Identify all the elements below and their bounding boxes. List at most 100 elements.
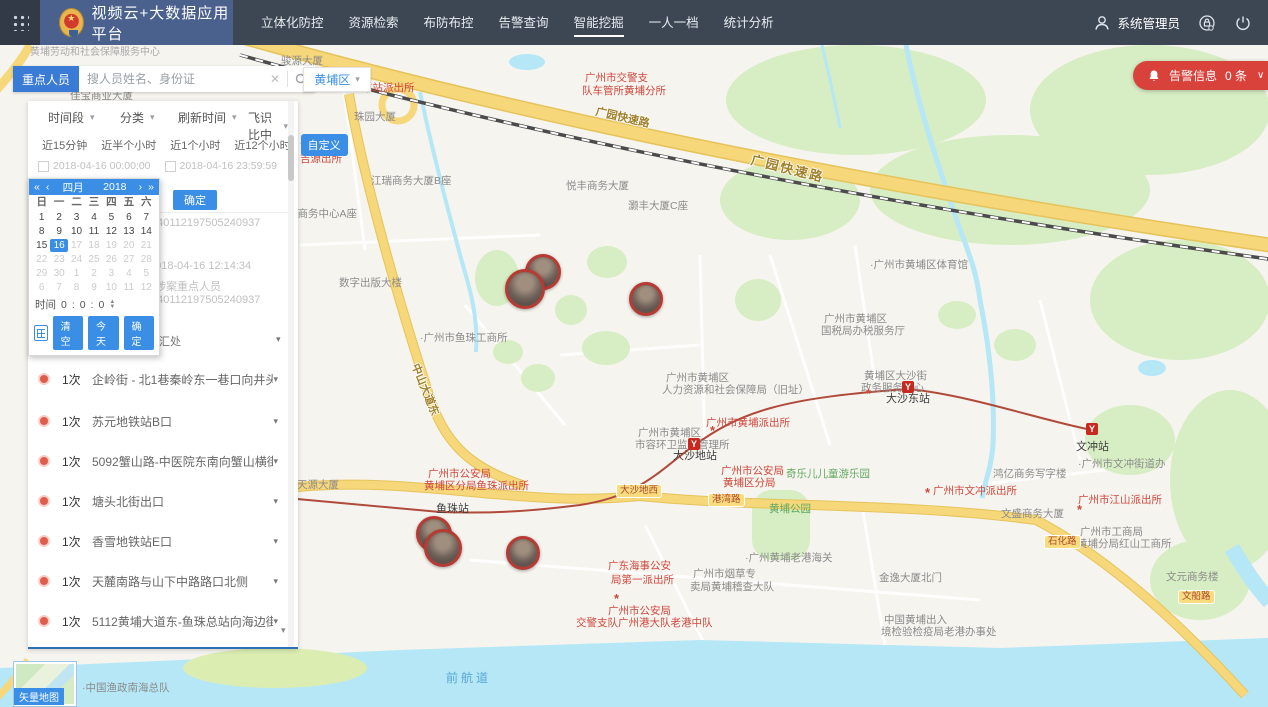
prev-month-button[interactable]: ‹ (46, 181, 50, 193)
chevron-down-icon[interactable]: ▾ (273, 616, 278, 627)
chevron-down-icon[interactable]: ▾ (273, 374, 278, 385)
filter-category[interactable]: 分类▾ (120, 109, 155, 126)
nav-item-smart-mining[interactable]: 智能挖掘 (574, 8, 624, 37)
calendar-day[interactable]: 12 (103, 225, 120, 238)
face-capture-marker[interactable] (424, 529, 462, 567)
time-minute[interactable]: 0 (80, 299, 86, 311)
today-button[interactable]: 今天 (88, 316, 118, 350)
result-row[interactable]: 1次 天麓南路与山下中路路口北侧 ▾ (28, 561, 296, 601)
time-hour[interactable]: 0 (61, 299, 67, 311)
calendar-day[interactable]: 8 (33, 225, 50, 238)
calendar-day[interactable]: 6 (33, 281, 50, 294)
calendar-day[interactable]: 11 (85, 225, 102, 238)
start-date-field[interactable]: 2018-04-16 00:00:00 (38, 160, 151, 172)
quick-15min[interactable]: 近15分钟 (38, 134, 91, 156)
chevron-down-icon[interactable]: ▾ (276, 334, 281, 345)
clear-button[interactable]: 清空 (53, 316, 83, 350)
nav-item-one-person-one-file[interactable]: 一人一档 (649, 8, 699, 37)
chevron-down-icon[interactable]: ▾ (273, 576, 278, 587)
calendar-day[interactable]: 14 (138, 225, 155, 238)
power-icon[interactable] (1234, 14, 1252, 32)
stepper-down-icon[interactable]: ▼ (109, 305, 115, 310)
next-month-button[interactable]: › (139, 181, 143, 193)
calendar-day[interactable]: 28 (138, 253, 155, 266)
result-row[interactable]: 1次 5112黄埔大道东-鱼珠总站向海边街（全） ▾ (28, 601, 296, 641)
calendar-day[interactable]: 30 (50, 267, 67, 280)
search-input[interactable] (79, 72, 263, 86)
calendar-day-selected[interactable]: 16 (50, 239, 67, 252)
calendar-day[interactable]: 13 (120, 225, 137, 238)
district-dropdown[interactable]: 黄埔区 ▾ (303, 67, 371, 92)
calendar-day[interactable]: 17 (68, 239, 85, 252)
calendar-day[interactable]: 1 (33, 211, 50, 224)
calendar-day[interactable]: 2 (50, 211, 67, 224)
list-scroll-down-icon[interactable]: ▾ (281, 625, 286, 636)
nav-item-solid-prevention[interactable]: 立体化防控 (261, 8, 324, 37)
calendar-day[interactable]: 4 (85, 211, 102, 224)
minimap-label[interactable]: 矢量地图 (14, 688, 64, 705)
time-second[interactable]: 0 (99, 299, 105, 311)
chevron-down-icon[interactable]: ▾ (273, 456, 278, 467)
nav-item-statistics[interactable]: 统计分析 (724, 8, 774, 37)
calendar-day[interactable]: 5 (138, 267, 155, 280)
quick-1hour[interactable]: 近1个小时 (166, 134, 224, 156)
search-tab-key-person[interactable]: 重点人员 (13, 66, 79, 92)
quick-12hour[interactable]: 近12个小时 (230, 134, 294, 156)
nav-item-alert-query[interactable]: 告警查询 (499, 8, 549, 37)
panel-scrollbar-thumb[interactable] (288, 135, 294, 181)
calendar-day[interactable]: 7 (138, 211, 155, 224)
calendar-day[interactable]: 15 (33, 239, 50, 252)
calendar-day[interactable]: 11 (120, 281, 137, 294)
filter-refresh-time[interactable]: 刷新时间▾ (178, 109, 237, 126)
end-date-field[interactable]: 2018-04-16 23:59:59 (165, 160, 278, 172)
quick-half-hour[interactable]: 近半个小时 (97, 134, 160, 156)
range-confirm-button[interactable]: 确定 (173, 190, 217, 210)
calendar-day[interactable]: 6 (120, 211, 137, 224)
nav-item-resource-search[interactable]: 资源检索 (349, 8, 399, 37)
calendar-day[interactable]: 27 (120, 253, 137, 266)
confirm-button[interactable]: 确定 (124, 316, 154, 350)
result-row[interactable]: 1次 塘头北街出口 ▾ (28, 481, 296, 521)
calendar-day[interactable]: 4 (120, 267, 137, 280)
next-year-button[interactable]: » (148, 181, 154, 193)
prev-year-button[interactable]: « (34, 181, 40, 193)
calendar-day[interactable]: 8 (68, 281, 85, 294)
quick-custom[interactable]: 自定义 (301, 134, 348, 156)
calendar-day[interactable]: 20 (120, 239, 137, 252)
calendar-day[interactable]: 23 (50, 253, 67, 266)
calendar-day[interactable]: 10 (68, 225, 85, 238)
panel-scrollbar-track[interactable] (288, 101, 294, 647)
metro-station-icon[interactable]: Y (1086, 423, 1098, 435)
calendar-day[interactable]: 2 (85, 267, 102, 280)
calendar-day[interactable]: 25 (85, 253, 102, 266)
calendar-day[interactable]: 10 (103, 281, 120, 294)
calendar-month[interactable]: 四月 (55, 180, 91, 195)
calendar-day[interactable]: 1 (68, 267, 85, 280)
result-row[interactable]: 1次 苏元地铁站B口 ▾ (28, 401, 296, 441)
calendar-day[interactable]: 3 (68, 211, 85, 224)
chevron-down-icon[interactable]: ▾ (273, 536, 278, 547)
user-menu[interactable]: 系统管理员 (1093, 13, 1180, 32)
chevron-down-icon[interactable]: ▾ (273, 416, 278, 427)
metro-station-icon[interactable]: Y (688, 438, 700, 450)
alert-info-pill[interactable]: 告警信息 0 条 ∨ (1133, 61, 1268, 90)
face-capture-marker[interactable] (505, 269, 545, 309)
result-row[interactable]: 1次 5092蟹山路-中医院东南向蟹山横街 ▾ (28, 441, 296, 481)
result-row[interactable]: 1次 企岭街 - 北1巷秦岭东一巷口向井头 ▾ (28, 359, 296, 399)
calendar-day[interactable]: 19 (103, 239, 120, 252)
face-capture-marker[interactable] (629, 282, 663, 316)
filter-time-range[interactable]: 时间段▾ (48, 109, 95, 126)
calendar-day[interactable]: 9 (85, 281, 102, 294)
face-capture-marker[interactable] (506, 536, 540, 570)
time-stepper[interactable]: ▲▼ (109, 300, 115, 310)
nav-item-deployment-control[interactable]: 布防布控 (424, 8, 474, 37)
app-grid-button[interactable] (0, 0, 40, 45)
calendar-day[interactable]: 7 (50, 281, 67, 294)
calendar-day[interactable]: 9 (50, 225, 67, 238)
calendar-day[interactable]: 21 (138, 239, 155, 252)
security-lock-icon[interactable] (1198, 14, 1216, 32)
metro-station-icon[interactable]: Y (902, 381, 914, 393)
calendar-day[interactable]: 3 (103, 267, 120, 280)
alert-chevron-icon[interactable]: ∨ (1257, 70, 1264, 81)
calendar-day[interactable]: 5 (103, 211, 120, 224)
